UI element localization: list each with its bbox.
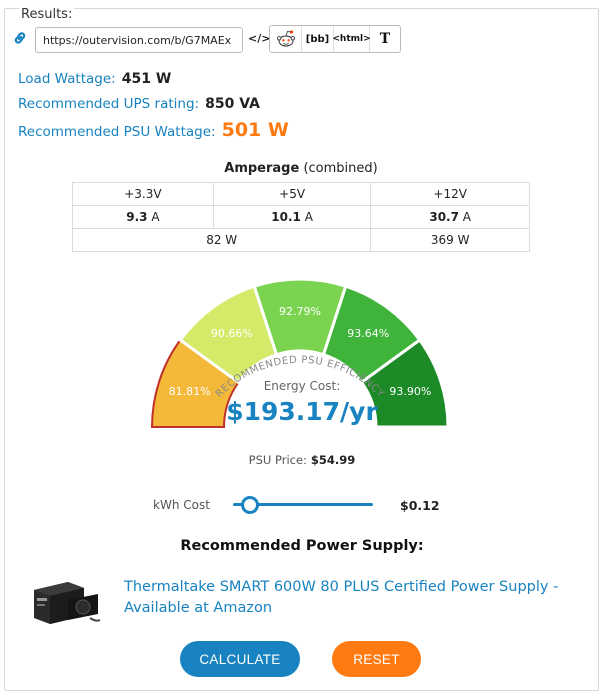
amps-12v: 30.7 A bbox=[370, 205, 530, 229]
header-3v3: +3.3V bbox=[72, 182, 214, 206]
amps-3v3-value: 9.3 bbox=[126, 210, 148, 224]
energy-cost-label: Energy Cost: bbox=[263, 379, 341, 393]
amps-12v-value: 30.7 bbox=[429, 210, 459, 224]
psu-wattage-row: Recommended PSU Wattage: 501 W bbox=[18, 119, 289, 141]
table-row: 9.3 A 10.1 A 30.7 A bbox=[72, 205, 530, 229]
table-row: 82 W 369 W bbox=[71, 228, 530, 252]
bbcode-share-button[interactable]: [bb] bbox=[302, 26, 334, 52]
efficiency-segment-label-3: 92.79% bbox=[279, 305, 321, 318]
energy-cost-value: $193.17/yr bbox=[226, 397, 378, 426]
recommended-psu-title: Recommended Power Supply: bbox=[180, 538, 424, 554]
psu-price: PSU Price: $54.99 bbox=[0, 453, 604, 467]
amps-unit: A bbox=[151, 210, 160, 224]
watts-3v3-5v: 82 W bbox=[71, 228, 372, 252]
psu-product-image[interactable] bbox=[28, 574, 102, 626]
link-icon bbox=[14, 32, 26, 44]
psu-price-label: PSU Price: bbox=[248, 453, 307, 467]
amps-5v-value: 10.1 bbox=[271, 210, 301, 224]
kwh-cost-label: kWh Cost bbox=[153, 498, 210, 512]
efficiency-segment-label-4: 93.64% bbox=[347, 327, 389, 340]
amps-5v: 10.1 A bbox=[212, 205, 372, 229]
amps-unit: A bbox=[304, 210, 313, 224]
results-legend: Results: bbox=[19, 7, 75, 23]
amps-3v3: 9.3 A bbox=[72, 205, 214, 229]
text-share-button[interactable]: T bbox=[370, 26, 400, 52]
results-panel: Results: </> [bb] <html> T bbox=[0, 0, 604, 694]
calculate-button[interactable]: CALCULATE bbox=[180, 641, 300, 677]
ups-rating-label: Recommended UPS rating: bbox=[18, 96, 200, 112]
share-url-input[interactable] bbox=[35, 27, 243, 53]
reddit-icon bbox=[276, 30, 295, 47]
kwh-cost-slider-thumb[interactable] bbox=[240, 496, 259, 514]
load-wattage-label: Load Wattage: bbox=[18, 71, 116, 87]
psu-wattage-value: 501 W bbox=[221, 119, 289, 141]
ups-rating-value: 850 VA bbox=[205, 96, 260, 112]
table-row: +3.3V +5V +12V bbox=[72, 182, 530, 206]
load-wattage-row: Load Wattage: 451 W bbox=[18, 71, 171, 87]
amperage-subheading: (combined) bbox=[303, 161, 378, 176]
psu-product-link[interactable]: Thermaltake SMART 600W 80 PLUS Certified… bbox=[124, 577, 564, 619]
embed-code-icon[interactable]: </> bbox=[248, 32, 270, 45]
amps-unit: A bbox=[462, 210, 472, 224]
share-button-group: [bb] <html> T bbox=[269, 25, 401, 53]
efficiency-segment-label-2: 90.66% bbox=[211, 327, 253, 340]
kwh-cost-value: $0.12 bbox=[400, 498, 440, 513]
psu-price-value: $54.99 bbox=[310, 453, 356, 467]
watts-12v: 369 W bbox=[370, 228, 530, 252]
amperage-table: +3.3V +5V +12V 9.3 A 10.1 A 30.7 A 82 W … bbox=[71, 182, 530, 252]
ups-rating-row: Recommended UPS rating: 850 VA bbox=[18, 96, 260, 112]
html-share-button[interactable]: <html> bbox=[332, 26, 371, 52]
psu-wattage-label: Recommended PSU Wattage: bbox=[18, 124, 216, 140]
header-5v: +5V bbox=[212, 182, 372, 206]
reddit-share-button[interactable] bbox=[270, 26, 302, 52]
amperage-heading: Amperage bbox=[224, 161, 300, 176]
header-12v: +12V bbox=[370, 182, 530, 206]
amperage-title: Amperage (combined) bbox=[72, 161, 530, 176]
load-wattage-value: 451 W bbox=[121, 71, 172, 87]
reset-button[interactable]: RESET bbox=[332, 641, 421, 677]
